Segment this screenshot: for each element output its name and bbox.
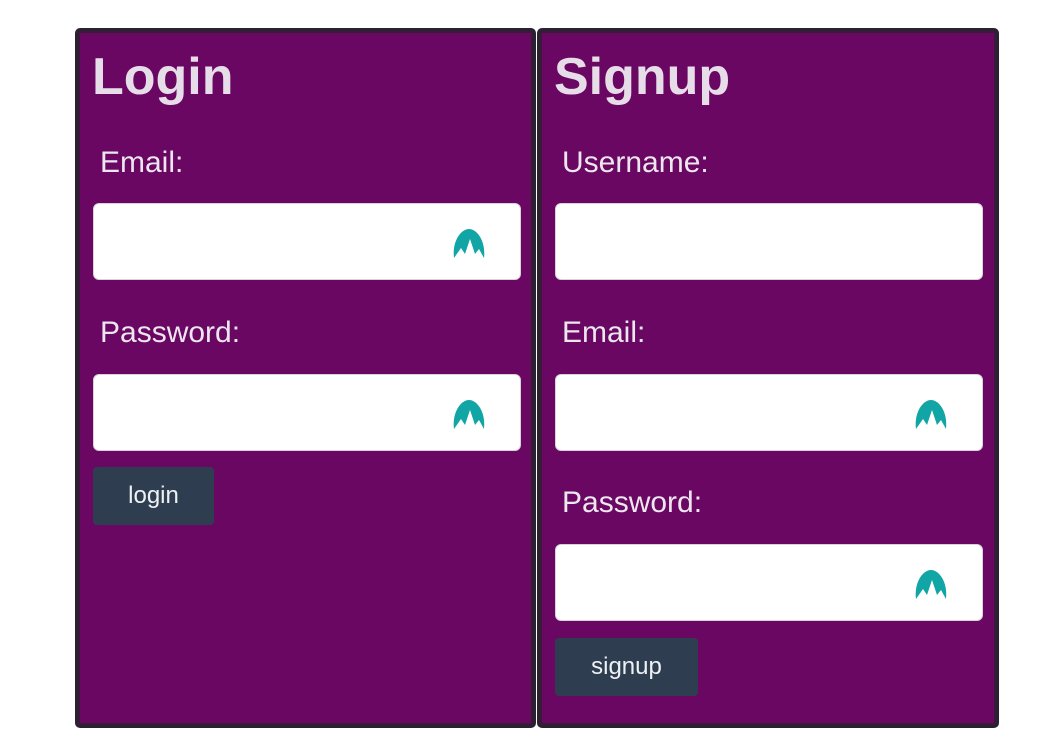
login-email-label: Email:	[100, 146, 184, 179]
signup-button[interactable]: signup	[555, 638, 698, 696]
password-manager-icon[interactable]	[452, 227, 486, 259]
login-title: Login	[92, 48, 234, 106]
password-manager-icon[interactable]	[452, 398, 486, 430]
login-password-label: Password:	[100, 316, 241, 349]
login-email-field[interactable]	[93, 203, 521, 280]
signup-email-field[interactable]	[555, 374, 983, 451]
signup-password-label: Password:	[562, 486, 703, 519]
signup-title: Signup	[554, 48, 731, 106]
login-password-field[interactable]	[93, 374, 521, 451]
signup-username-field[interactable]	[555, 203, 983, 280]
signup-username-input[interactable]	[556, 204, 982, 279]
login-panel: Login Email: Password: login	[75, 28, 536, 728]
signup-password-field[interactable]	[555, 544, 983, 621]
page: Login Email: Password: login Signup User…	[0, 0, 1039, 745]
signup-username-label: Username:	[562, 146, 709, 179]
password-manager-icon[interactable]	[914, 568, 948, 600]
login-button[interactable]: login	[93, 467, 214, 525]
signup-email-label: Email:	[562, 316, 646, 349]
signup-panel: Signup Username: Email: Password: signup	[537, 28, 999, 728]
password-manager-icon[interactable]	[914, 398, 948, 430]
